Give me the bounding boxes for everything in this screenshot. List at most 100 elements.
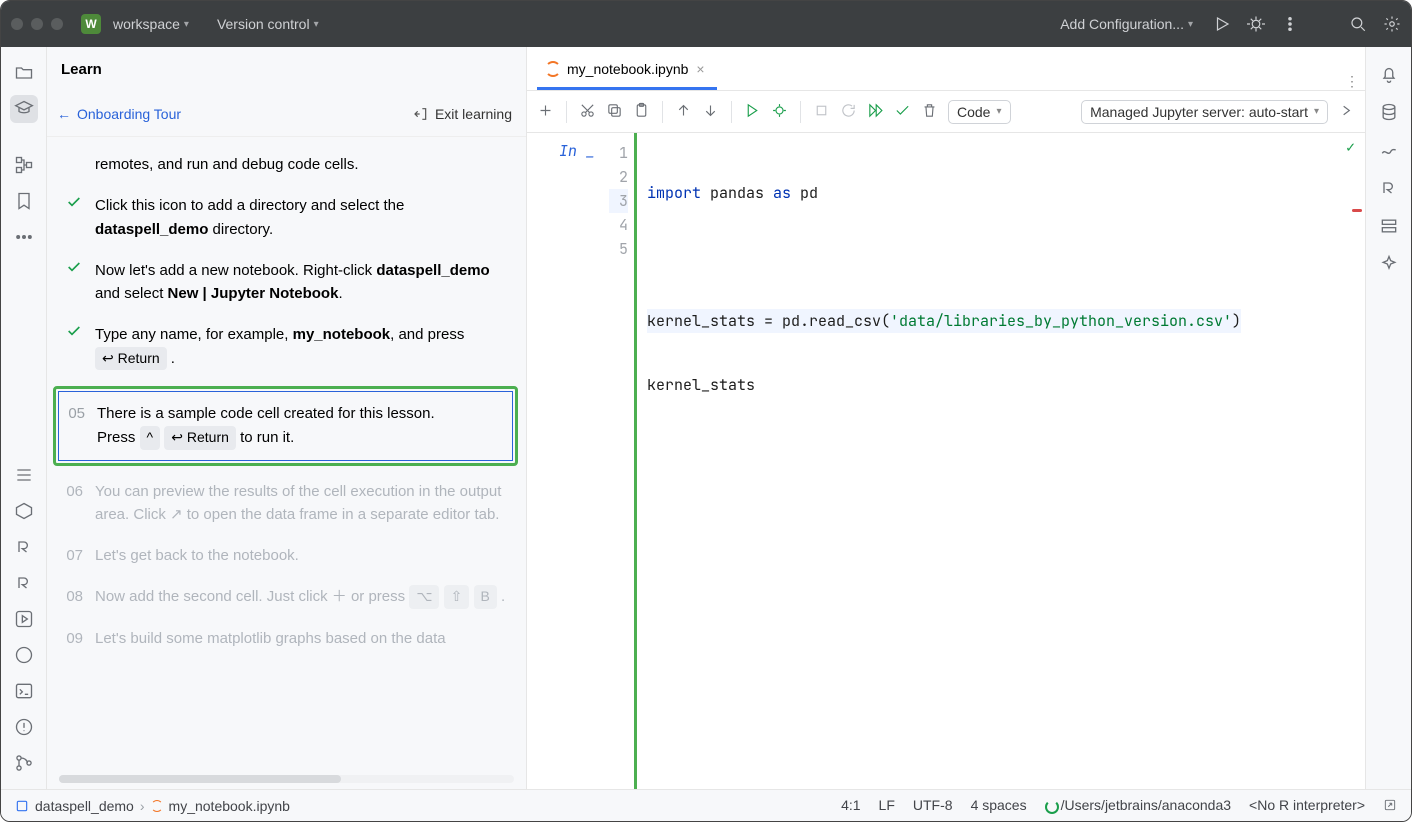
right-tool-rail bbox=[1365, 47, 1411, 789]
return-key: ↩ Return bbox=[164, 426, 236, 450]
paste-icon[interactable] bbox=[633, 102, 650, 122]
r-console-icon[interactable] bbox=[10, 533, 38, 561]
title-bar: W workspace ▾ Version control ▾ Add Conf… bbox=[1, 1, 1411, 47]
more-tools-icon[interactable] bbox=[10, 223, 38, 251]
jupyter-icon bbox=[151, 800, 163, 812]
onboarding-back-link[interactable]: ← Onboarding Tour bbox=[57, 106, 181, 122]
vcs-label: Version control bbox=[217, 16, 310, 32]
services-icon[interactable] bbox=[10, 497, 38, 525]
workspace-menu[interactable]: workspace ▾ bbox=[109, 12, 193, 36]
code-cell[interactable]: ✓ In _ 1 2 3 4 5 import pandas as pd bbox=[527, 133, 1365, 789]
step-number: 06 bbox=[65, 480, 83, 527]
window-controls bbox=[11, 18, 63, 30]
step-text: Type any name, for example, my_notebook,… bbox=[95, 323, 508, 370]
cell-prompt: In _ bbox=[527, 133, 609, 161]
problems-icon[interactable] bbox=[10, 713, 38, 741]
current-step-highlight: 05 There is a sample code cell created f… bbox=[53, 386, 518, 465]
learn-panel: Learn ← Onboarding Tour Exit learning re… bbox=[47, 47, 527, 789]
left-tool-rail bbox=[1, 47, 47, 789]
search-icon[interactable] bbox=[1349, 15, 1367, 33]
step-text: Now add the second cell. Just click ＋ or… bbox=[95, 585, 508, 609]
structure-tool-icon[interactable] bbox=[10, 151, 38, 179]
database-icon[interactable] bbox=[1376, 99, 1402, 125]
scipy-icon[interactable] bbox=[1376, 137, 1402, 163]
chevron-right-icon: › bbox=[140, 798, 145, 814]
step-text: There is a sample code cell created for … bbox=[97, 402, 502, 449]
delete-cell-icon[interactable] bbox=[921, 102, 938, 122]
notifications-icon[interactable] bbox=[1376, 61, 1402, 87]
todo-icon[interactable] bbox=[10, 461, 38, 489]
debug-icon[interactable] bbox=[1247, 15, 1265, 33]
ai-assistant-icon[interactable] bbox=[1376, 251, 1402, 277]
tab-label: my_notebook.ipynb bbox=[567, 61, 688, 77]
run-icon[interactable] bbox=[1213, 15, 1231, 33]
onboarding-back-label: Onboarding Tour bbox=[77, 106, 181, 122]
workspace-badge: W bbox=[81, 14, 101, 34]
popout-icon[interactable] bbox=[1383, 798, 1397, 812]
move-down-icon[interactable] bbox=[702, 102, 719, 122]
step-text: Click this icon to add a directory and s… bbox=[95, 194, 508, 241]
line-ending[interactable]: LF bbox=[879, 797, 895, 813]
close-tab-icon[interactable]: × bbox=[696, 61, 704, 77]
more-vertical-icon[interactable] bbox=[1281, 15, 1299, 33]
breadcrumb[interactable]: dataspell_demo › my_notebook.ipynb bbox=[15, 798, 290, 814]
breadcrumb-root: dataspell_demo bbox=[35, 798, 134, 814]
encoding[interactable]: UTF-8 bbox=[913, 797, 953, 813]
jupyter-server-label: Managed Jupyter server: auto-start bbox=[1090, 104, 1308, 120]
minimize-traffic-light[interactable] bbox=[31, 18, 43, 30]
run-cell-icon[interactable] bbox=[744, 102, 761, 122]
horizontal-scrollbar[interactable] bbox=[59, 775, 514, 783]
exit-learning-button[interactable]: Exit learning bbox=[413, 106, 512, 122]
jupyter-vars-icon[interactable] bbox=[1376, 213, 1402, 239]
inspection-ok-icon: ✓ bbox=[1346, 137, 1355, 157]
interrupt-icon[interactable] bbox=[813, 102, 830, 122]
caret-position[interactable]: 4:1 bbox=[841, 797, 860, 813]
copy-icon[interactable] bbox=[606, 102, 623, 122]
jupyter-server-select[interactable]: Managed Jupyter server: auto-start▾ bbox=[1081, 100, 1328, 124]
clear-output-icon[interactable] bbox=[894, 102, 911, 122]
exit-learning-label: Exit learning bbox=[435, 106, 512, 122]
python-interpreter[interactable]: /Users/jetbrains/anaconda3 bbox=[1045, 797, 1231, 813]
step-text: Let's get back to the notebook. bbox=[95, 544, 508, 567]
run-config-label: Add Configuration... bbox=[1060, 16, 1184, 32]
project-tool-icon[interactable] bbox=[10, 59, 38, 87]
settings-gear-icon[interactable] bbox=[1383, 15, 1401, 33]
add-cell-icon[interactable] bbox=[537, 102, 554, 122]
cell-type-label: Code bbox=[957, 104, 990, 120]
restart-icon[interactable] bbox=[840, 102, 857, 122]
workspace-label: workspace bbox=[113, 16, 180, 32]
return-key: ↩ Return bbox=[95, 347, 167, 371]
learn-tool-icon[interactable] bbox=[10, 95, 38, 123]
editor-tab-notebook[interactable]: my_notebook.ipynb × bbox=[537, 51, 717, 90]
toolbar-more-icon[interactable] bbox=[1338, 102, 1355, 122]
run-config-menu[interactable]: Add Configuration... ▾ bbox=[1056, 12, 1197, 36]
tab-more-icon[interactable]: ⋮ bbox=[1325, 73, 1365, 90]
terminal-icon[interactable] bbox=[10, 677, 38, 705]
shift-key: ⇧ bbox=[444, 585, 470, 609]
chevron-down-icon: ▾ bbox=[184, 19, 189, 30]
close-traffic-light[interactable] bbox=[11, 18, 23, 30]
run-all-icon[interactable] bbox=[867, 102, 884, 122]
notebook-toolbar: Code▾ Managed Jupyter server: auto-start… bbox=[527, 91, 1365, 133]
vcs-menu[interactable]: Version control ▾ bbox=[213, 12, 323, 36]
bookmarks-tool-icon[interactable] bbox=[10, 187, 38, 215]
opt-key: ⌥ bbox=[409, 585, 439, 609]
indent-setting[interactable]: 4 spaces bbox=[971, 797, 1027, 813]
step-number: 08 bbox=[65, 585, 83, 609]
git-icon[interactable] bbox=[10, 749, 38, 777]
debug-cell-icon[interactable] bbox=[771, 102, 788, 122]
cell-type-select[interactable]: Code▾ bbox=[948, 100, 1011, 124]
zoom-traffic-light[interactable] bbox=[51, 18, 63, 30]
r-interpreter[interactable]: <No R interpreter> bbox=[1249, 797, 1365, 813]
error-stripe-mark[interactable] bbox=[1352, 209, 1362, 212]
check-icon bbox=[65, 323, 83, 370]
move-up-icon[interactable] bbox=[675, 102, 692, 122]
code-content[interactable]: import pandas as pd kernel_stats = pd.re… bbox=[637, 133, 1241, 789]
learn-heading: Learn bbox=[47, 47, 526, 91]
line-gutter: 1 2 3 4 5 bbox=[609, 133, 637, 789]
cut-icon[interactable] bbox=[579, 102, 596, 122]
python-console-icon[interactable] bbox=[10, 641, 38, 669]
r-tools-icon[interactable] bbox=[10, 569, 38, 597]
run-tool-icon[interactable] bbox=[10, 605, 38, 633]
r-packages-icon[interactable] bbox=[1376, 175, 1402, 201]
